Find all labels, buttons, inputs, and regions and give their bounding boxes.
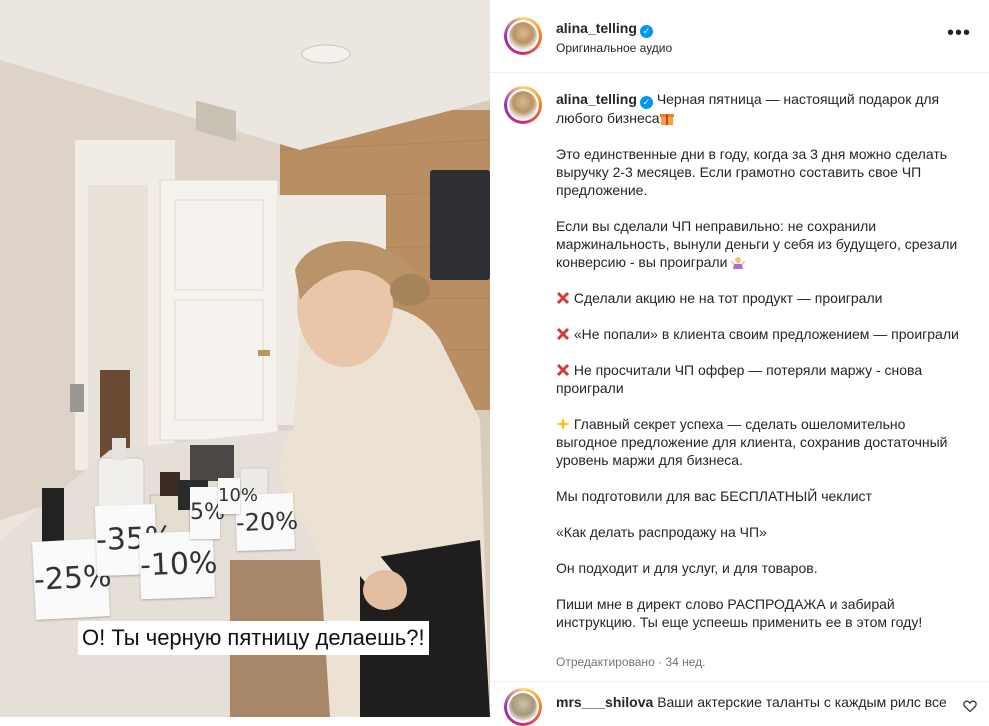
caption-paragraph: «Не попали» в клиента своим предложением… xyxy=(556,325,966,343)
more-options-icon[interactable]: ••• xyxy=(947,23,971,43)
post-panel: alina_telling ✓ Оригинальное аудио ••• al… xyxy=(490,0,989,726)
gift-emoji-icon xyxy=(659,114,674,125)
caption-paragraph: Не просчитали ЧП оффер — потеряли маржу … xyxy=(556,361,966,397)
caption-paragraph: Сделали акцию не на тот продукт — проигр… xyxy=(556,289,966,307)
comment-username[interactable]: mrs___shilova xyxy=(556,694,653,710)
caption-paragraph: Главный секрет успеха — сделать ошеломит… xyxy=(556,415,966,469)
comment-item: mrs___shilova Ваши актерские таланты с к… xyxy=(556,694,946,710)
caption-text: Главный секрет успеха — сделать ошеломит… xyxy=(556,416,952,468)
caption-text: «Не попали» в клиента своим предложением… xyxy=(573,326,959,342)
caption-text: Сделали акцию не на тот продукт — проигр… xyxy=(573,290,883,306)
post-caption: alina_telling ✓ Черная пятница — настоящи… xyxy=(556,90,966,649)
caption-paragraph: Мы подготовили для вас БЕСПЛАТНЫЙ чеклис… xyxy=(556,488,872,504)
caption-paragraph: alina_telling ✓ Черная пятница — настоящи… xyxy=(556,90,966,127)
sparkles-icon xyxy=(556,417,570,431)
price-tag: 10% xyxy=(218,478,258,514)
caption-paragraph: Пиши мне в директ слово РАСПРОДАЖА и заб… xyxy=(556,596,923,630)
price-tag-label: 10% xyxy=(218,485,259,506)
price-tag-label: -10% xyxy=(139,545,219,584)
cross-mark-icon xyxy=(556,363,570,377)
caption-paragraph: Он подходит и для услуг, и для товаров. xyxy=(556,560,818,576)
price-tag: -10% xyxy=(138,530,219,600)
cross-mark-icon xyxy=(556,291,570,305)
avatar[interactable] xyxy=(504,688,542,726)
price-tag: 5% xyxy=(190,487,225,539)
verified-icon: ✓ xyxy=(639,25,653,38)
divider xyxy=(490,681,989,682)
price-tag-label: -20% xyxy=(235,506,299,538)
reel-video[interactable]: -25% -35% -10% 5% -20% 10% О! Ты черную … xyxy=(0,0,490,717)
comment-text: Ваши актерские таланты с каждым рилс все xyxy=(657,694,946,710)
header-username[interactable]: alina_telling xyxy=(556,20,637,36)
avatar[interactable] xyxy=(504,17,542,55)
caption-paragraph: Это единственные дни в году, когда за 3 … xyxy=(556,146,951,198)
avatar[interactable] xyxy=(504,86,542,124)
cross-mark-icon xyxy=(556,327,570,341)
audio-label[interactable]: Оригинальное аудио xyxy=(556,41,672,55)
caption-text: Если вы сделали ЧП неправильно: не сохра… xyxy=(556,218,962,270)
caption-paragraph: Если вы сделали ЧП неправильно: не сохра… xyxy=(556,217,966,271)
caption-username[interactable]: alina_telling xyxy=(556,91,637,107)
edited-label: Отредактировано xyxy=(556,655,655,669)
verified-icon: ✓ xyxy=(639,96,653,109)
heart-icon[interactable] xyxy=(963,699,977,713)
post-meta: Отредактировано · 34 нед. xyxy=(556,655,706,669)
person-shrugging-emoji-icon xyxy=(731,257,746,269)
caption-text: Не просчитали ЧП оффер — потеряли маржу … xyxy=(556,362,926,396)
post-header: alina_telling ✓ Оригинальное аудио ••• xyxy=(490,0,989,73)
caption-paragraph: «Как делать распродажу на ЧП» xyxy=(556,524,767,540)
video-caption-overlay: О! Ты черную пятницу делаешь?! xyxy=(78,621,429,655)
post-age[interactable]: 34 нед. xyxy=(665,655,705,669)
